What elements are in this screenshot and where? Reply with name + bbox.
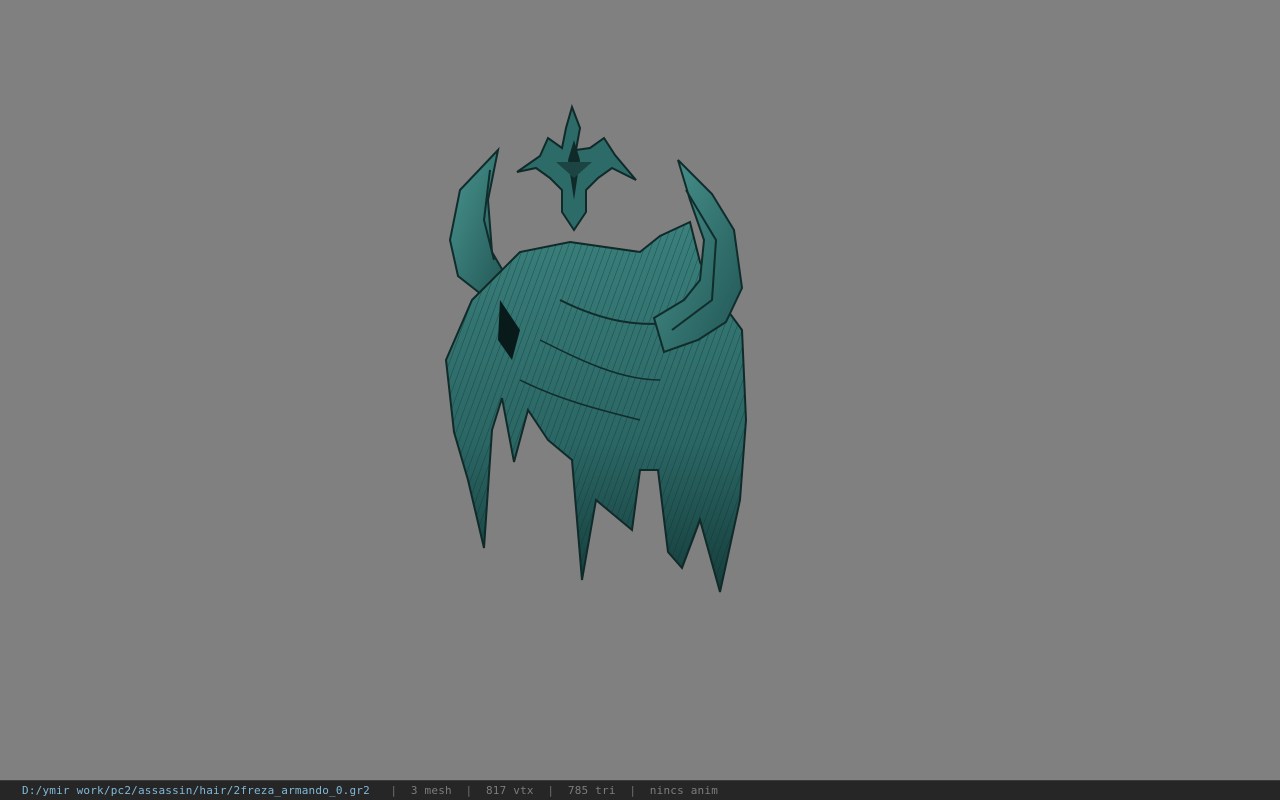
model-viewport[interactable] [0, 0, 1280, 780]
status-bar: D:/ymir work/pc2/assassin/hair/2freza_ar… [0, 780, 1280, 800]
status-separator: | [547, 784, 555, 797]
status-separator: | [629, 784, 637, 797]
mesh-count-label: 3 mesh [410, 784, 452, 797]
status-separator: | [465, 784, 473, 797]
status-separator: | [390, 784, 398, 797]
animation-status-label: nincs anim [649, 784, 719, 797]
crest-ornament [516, 103, 637, 232]
file-path-label: D:/ymir work/pc2/assassin/hair/2freza_ar… [22, 784, 370, 797]
vertex-count-label: 817 vtx [485, 784, 534, 797]
hair-model-render[interactable] [0, 0, 1280, 780]
triangle-count-label: 785 tri [567, 784, 616, 797]
